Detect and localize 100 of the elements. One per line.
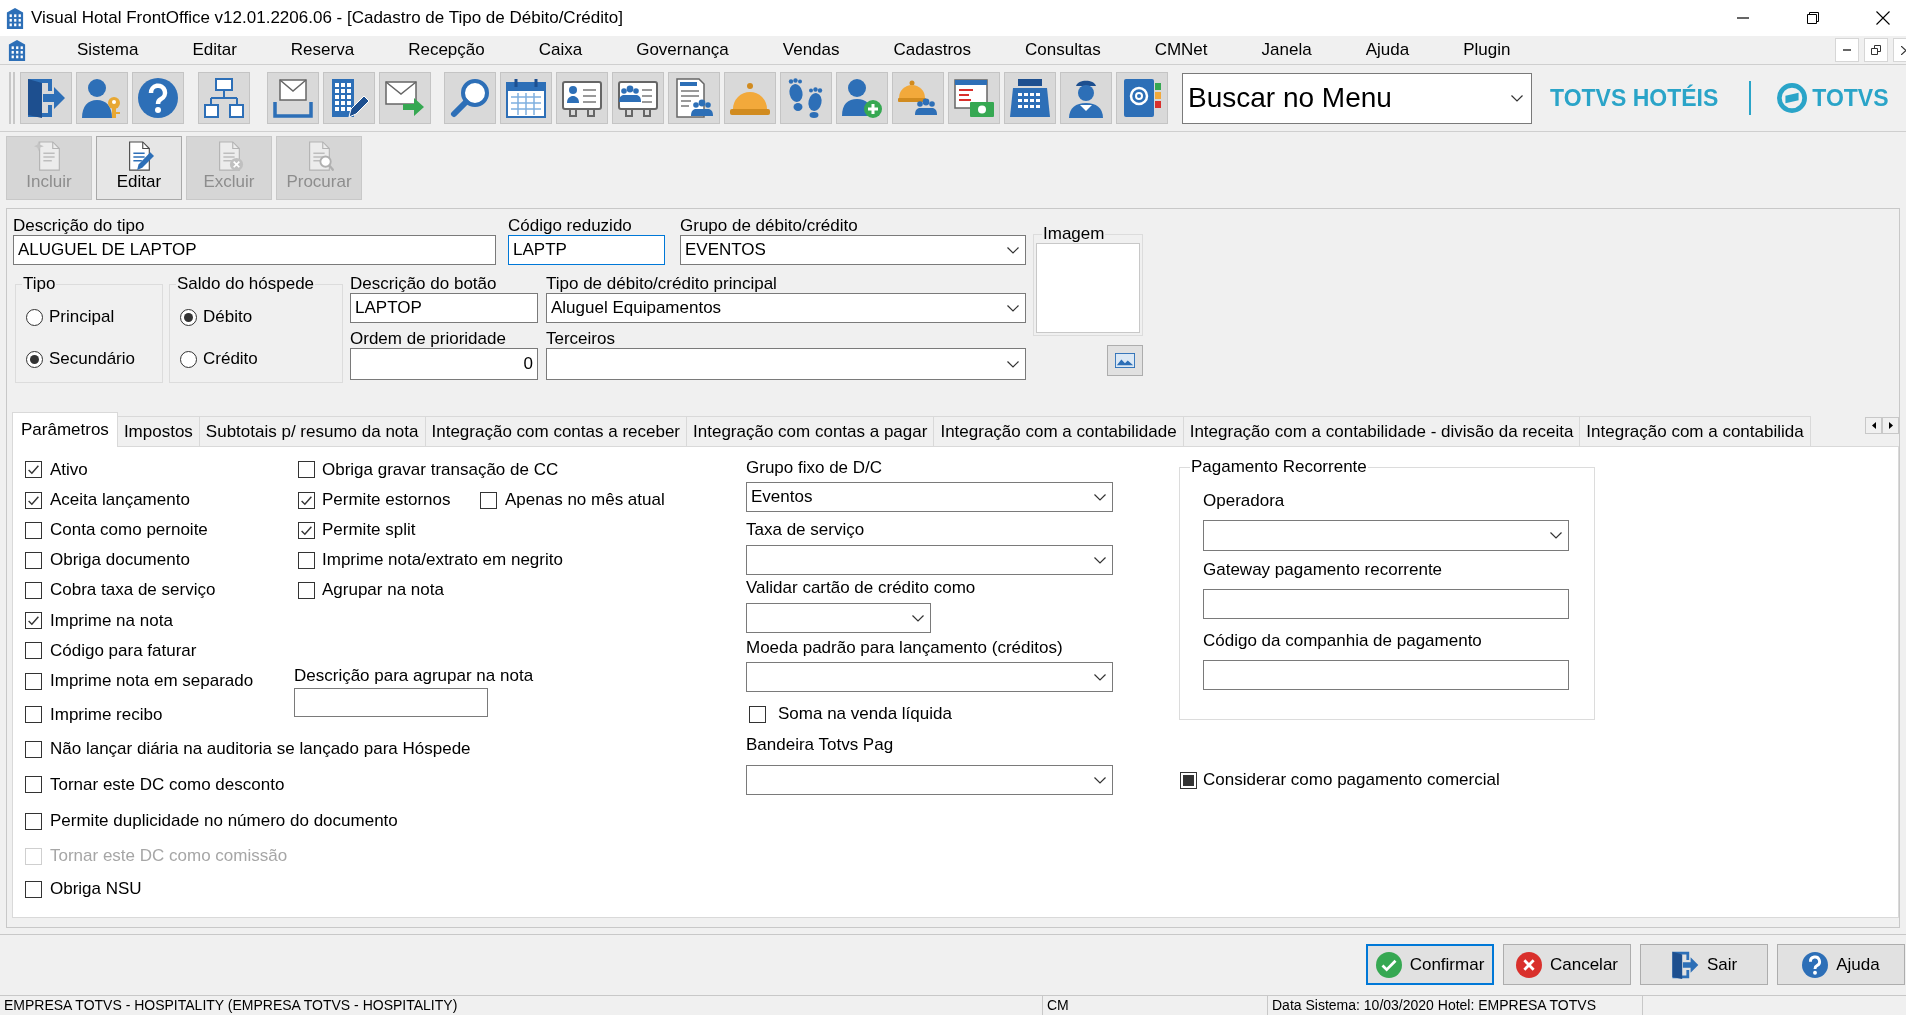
dropdown[interactable] [746, 662, 1113, 692]
tab[interactable]: Integração com a contabilida [1580, 416, 1811, 446]
toolbar-button[interactable] [1060, 72, 1112, 124]
text-field[interactable]: LAPTOP [350, 293, 538, 323]
menu-item[interactable]: Janela [1234, 36, 1339, 64]
menu-item[interactable]: Plugin [1436, 36, 1538, 64]
checkbox[interactable] [298, 491, 315, 509]
confirm-button[interactable]: Confirmar [1366, 944, 1494, 985]
text-field[interactable]: ALUGUEL DE LAPTOP [13, 235, 496, 265]
checkbox[interactable] [25, 461, 42, 478]
dropdown[interactable] [546, 348, 1026, 380]
group-title: Imagem [1042, 225, 1106, 243]
tab[interactable]: Integração com contas a receber [425, 416, 688, 446]
menu-search-dropdown[interactable]: Buscar no Menu [1182, 72, 1532, 124]
image-button[interactable] [1107, 345, 1143, 376]
checkbox[interactable] [25, 776, 42, 793]
tab[interactable]: Subtotais p/ resumo da nota [199, 416, 426, 446]
menu-item[interactable]: CMNet [1127, 36, 1235, 64]
tab[interactable]: Parâmetros [12, 412, 118, 447]
radio-button[interactable] [26, 308, 43, 326]
help-button[interactable]: Ajuda [1777, 944, 1905, 985]
child-close-button[interactable] [1893, 38, 1906, 62]
toolbar-button[interactable] [132, 72, 184, 124]
toolbar-button[interactable] [20, 72, 72, 124]
menu-item[interactable]: Governança [609, 36, 756, 64]
text-field[interactable] [294, 688, 488, 717]
radio-button[interactable] [26, 350, 43, 368]
toolbar-button[interactable] [1116, 72, 1168, 124]
toolbar-button[interactable] [379, 72, 431, 124]
dropdown[interactable] [746, 545, 1113, 575]
toolbar-button[interactable] [556, 72, 608, 124]
image-icon [1115, 353, 1135, 368]
toolbar-button[interactable] [500, 72, 552, 124]
toolbar-button[interactable] [836, 72, 888, 124]
text-field[interactable] [1203, 589, 1569, 619]
dropdown[interactable]: Eventos [746, 482, 1113, 512]
toolbar-button[interactable] [780, 72, 832, 124]
menu-item[interactable]: Editar [165, 36, 264, 64]
dropdown[interactable] [1203, 520, 1569, 551]
cancel-button[interactable]: Cancelar [1503, 944, 1631, 985]
checkbox[interactable] [25, 491, 42, 509]
mail-tray-icon [273, 78, 313, 118]
toolbar-button[interactable] [948, 72, 1000, 124]
edit-button[interactable]: Editar [96, 136, 182, 200]
brand-logo-icon [1777, 83, 1808, 113]
menu-item[interactable]: Ajuda [1338, 36, 1437, 64]
menu-item[interactable]: Reserva [263, 36, 382, 64]
toolbar-button[interactable] [76, 72, 128, 124]
radio-button[interactable] [180, 308, 197, 326]
field-label: Código da companhia de pagamento [1203, 632, 1482, 650]
checkbox[interactable] [25, 740, 42, 758]
tab[interactable]: Impostos [117, 416, 200, 446]
checkbox[interactable] [25, 581, 42, 599]
menu-item[interactable]: Caixa [511, 36, 610, 64]
toolbar-button[interactable] [198, 72, 250, 124]
child-restore-button[interactable] [1864, 38, 1888, 62]
tab[interactable]: Integração com a contabilidade [934, 416, 1184, 446]
tab[interactable]: Integração com contas a pagar [687, 416, 935, 446]
menu-item[interactable]: Cadastros [866, 36, 999, 64]
toolbar-button[interactable] [892, 72, 944, 124]
child-minimize-button[interactable] [1835, 38, 1859, 62]
checkbox[interactable] [25, 880, 42, 898]
checkbox[interactable] [25, 812, 42, 830]
text-field[interactable]: 0 [350, 348, 538, 380]
checkbox[interactable] [480, 491, 497, 509]
menu-item[interactable]: Recepção [381, 36, 512, 64]
menu-item[interactable]: Consultas [998, 36, 1128, 64]
checkbox[interactable] [25, 521, 42, 539]
text-field[interactable]: LAPTP [508, 235, 665, 265]
dropdown[interactable] [746, 603, 931, 633]
org-chart-icon [204, 78, 244, 118]
checkbox[interactable] [25, 706, 42, 723]
checkbox[interactable] [298, 461, 315, 478]
dropdown[interactable]: EVENTOS [680, 235, 1026, 265]
checkbox[interactable] [298, 581, 315, 599]
checkbox[interactable] [25, 612, 42, 629]
toolbar-button[interactable] [1004, 72, 1056, 124]
toolbar-button[interactable] [668, 72, 720, 124]
checkbox[interactable] [749, 705, 766, 723]
menu-item[interactable]: Sistema [50, 36, 166, 64]
text-field[interactable] [1203, 660, 1569, 690]
checkbox[interactable] [25, 672, 42, 690]
dropdown[interactable] [746, 765, 1113, 795]
dropdown[interactable]: Aluguel Equipamentos [546, 293, 1026, 323]
mail-send-icon [385, 78, 425, 118]
menu-item[interactable]: Vendas [755, 36, 867, 64]
toolbar-button[interactable] [444, 72, 496, 124]
scroll-right-button[interactable] [1882, 417, 1899, 434]
checkbox[interactable] [298, 521, 315, 539]
exit-button[interactable]: Sair [1640, 944, 1768, 985]
toolbar-button[interactable] [323, 72, 375, 124]
scroll-left-button[interactable] [1865, 417, 1882, 434]
checkbox[interactable] [1180, 771, 1197, 789]
toolbar-button[interactable] [267, 72, 319, 124]
toolbar-button[interactable] [612, 72, 664, 124]
checkbox[interactable] [25, 642, 42, 659]
checkbox[interactable] [298, 551, 315, 569]
radio-button[interactable] [180, 350, 197, 368]
checkbox[interactable] [25, 551, 42, 569]
tab[interactable]: Integração com a contabilidade - divisão da receita [1183, 416, 1581, 446]
